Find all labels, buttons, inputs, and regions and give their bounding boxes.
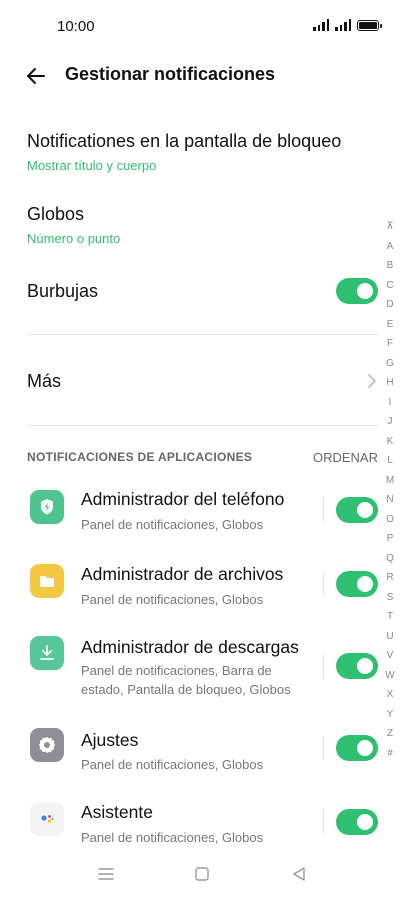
app-name: Asistente <box>81 802 153 822</box>
alphabet-index-letter[interactable]: X <box>384 685 396 705</box>
app-toggle[interactable] <box>336 497 378 523</box>
alphabet-index-letter[interactable]: O <box>384 510 396 530</box>
battery-icon <box>357 20 382 31</box>
header: Gestionar notificaciones <box>0 54 405 98</box>
alphabet-index-letter[interactable]: N <box>384 490 396 510</box>
alphabet-index-letter[interactable]: ⊼ <box>384 217 396 237</box>
back-arrow-icon[interactable] <box>24 64 48 88</box>
app-toggle[interactable] <box>336 653 378 679</box>
alphabet-index-letter[interactable]: # <box>384 744 396 764</box>
navigation-bar <box>0 852 405 902</box>
separator <box>323 498 324 522</box>
alphabet-index-letter[interactable]: S <box>384 588 396 608</box>
status-bar: 10:00 <box>0 0 405 54</box>
alphabet-index-letter[interactable]: A <box>384 237 396 257</box>
alphabet-index-letter[interactable]: I <box>384 393 396 413</box>
globos-title: Globos <box>27 204 85 224</box>
burbujas-toggle[interactable] <box>336 278 378 304</box>
app-toggle[interactable] <box>336 735 378 761</box>
globos-subtitle: Número o punto <box>27 231 121 246</box>
alphabet-index-letter[interactable]: Z <box>384 724 396 744</box>
separator <box>323 654 324 678</box>
folder-icon <box>30 564 64 598</box>
lock-screen-subtitle: Mostrar título y cuerpo <box>27 158 157 173</box>
app-name: Administrador de descargas <box>81 637 299 657</box>
app-name: Administrador de archivos <box>81 564 284 584</box>
alphabet-index-letter[interactable]: F <box>384 334 396 354</box>
alphabet-index-letter[interactable]: M <box>384 471 396 491</box>
lock-screen-title: Notificationes en la pantalla de bloqueo <box>27 131 342 151</box>
app-subtitle: Panel de notificaciones, Globos <box>81 517 264 532</box>
app-subtitle: Panel de notificaciones, Barra de estado… <box>81 663 291 697</box>
alphabet-index-letter[interactable]: H <box>384 373 396 393</box>
alphabet-index-letter[interactable]: V <box>384 646 396 666</box>
chevron-right-icon <box>368 374 376 388</box>
app-subtitle: Panel de notificaciones, Globos <box>81 830 264 845</box>
separator <box>323 736 324 760</box>
burbujas-title: Burbujas <box>27 281 99 301</box>
menu-icon[interactable] <box>96 864 116 884</box>
back-icon[interactable] <box>289 864 309 884</box>
alphabet-index-letter[interactable]: C <box>384 276 396 296</box>
home-icon[interactable] <box>192 864 212 884</box>
status-icons <box>313 19 382 31</box>
app-name: Administrador del teléfono <box>81 489 285 509</box>
app-name: Ajustes <box>81 730 139 750</box>
divider <box>27 334 378 335</box>
download-icon <box>30 636 64 670</box>
alphabet-index-letter[interactable]: L <box>384 451 396 471</box>
order-button[interactable]: ORDENAR <box>313 450 378 465</box>
alphabet-index-letter[interactable]: W <box>384 666 396 686</box>
alphabet-index-letter[interactable]: Y <box>384 705 396 725</box>
alphabet-index-letter[interactable]: E <box>384 315 396 335</box>
signal-icon-2 <box>335 19 351 31</box>
app-toggle[interactable] <box>336 571 378 597</box>
alphabet-index-letter[interactable]: D <box>384 295 396 315</box>
page-title: Gestionar notificaciones <box>65 64 276 84</box>
app-subtitle: Panel de notificaciones, Globos <box>81 592 264 607</box>
mas-title: Más <box>27 371 62 391</box>
gear-icon <box>30 728 64 762</box>
assistant-icon <box>30 802 64 836</box>
app-subtitle: Panel de notificaciones, Globos <box>81 757 264 772</box>
separator <box>323 572 324 596</box>
status-time: 10:00 <box>57 18 95 35</box>
alphabet-index-letter[interactable]: K <box>384 432 396 452</box>
alphabet-index-letter[interactable]: T <box>384 607 396 627</box>
app-toggle[interactable] <box>336 809 378 835</box>
alphabet-index-letter[interactable]: U <box>384 627 396 647</box>
alphabet-index-letter[interactable]: Q <box>384 549 396 569</box>
signal-icon <box>313 19 329 31</box>
separator <box>323 810 324 834</box>
alphabet-index-letter[interactable]: P <box>384 529 396 549</box>
alphabet-index[interactable]: ⊼ A B C D E F G H I J K L M N O P Q R S T U V W X Y Z # <box>384 217 396 763</box>
alphabet-index-letter[interactable]: R <box>384 568 396 588</box>
alphabet-index-letter[interactable]: J <box>384 412 396 432</box>
divider <box>27 425 378 426</box>
section-header: NOTIFICACIONES DE APLICACIONES <box>27 450 253 464</box>
alphabet-index-letter[interactable]: G <box>384 354 396 374</box>
alphabet-index-letter[interactable]: B <box>384 256 396 276</box>
shield-icon <box>30 490 64 524</box>
